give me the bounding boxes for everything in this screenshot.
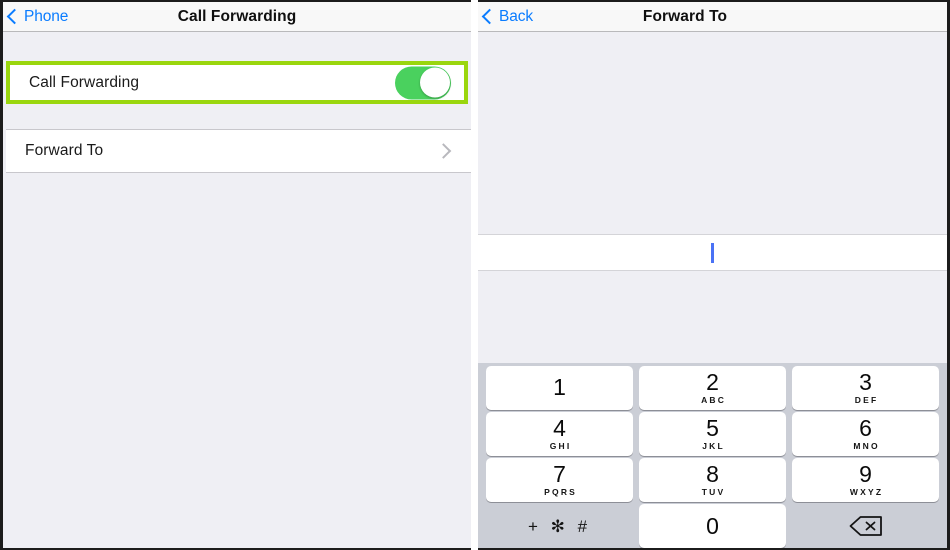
key-letters: TUV [701, 487, 726, 498]
key-digit: 5 [706, 415, 719, 442]
key-digit: 6 [859, 415, 872, 442]
back-to-phone-button[interactable]: Phone [6, 7, 69, 26]
key-letters: MNO [853, 441, 880, 452]
chevron-left-icon [6, 8, 23, 25]
key-letters: JKL [702, 441, 725, 452]
toggle-knob [419, 67, 450, 98]
left-page-title: Call Forwarding [177, 8, 297, 25]
key-6[interactable]: 6 MNO [792, 412, 939, 456]
keypad-row: 7 PQRS 8 TUV 9 WXYZ [483, 458, 942, 502]
phone-number-input[interactable] [478, 234, 947, 271]
key-9[interactable]: 9 WXYZ [792, 458, 939, 502]
key-digit: 0 [706, 512, 719, 539]
key-digit: 4 [553, 415, 566, 442]
key-letters: PQRS [544, 487, 578, 498]
chevron-left-icon [481, 8, 498, 25]
key-digit: 9 [859, 461, 872, 488]
chevron-right-icon [435, 143, 452, 159]
left-nav-bar: Phone Call Forwarding [3, 2, 471, 32]
right-nav-bar: Back Forward To [478, 2, 947, 32]
key-digit: 2 [706, 369, 719, 396]
key-8[interactable]: 8 TUV [639, 458, 786, 502]
backspace-icon [849, 516, 882, 536]
key-1[interactable]: 1 [486, 366, 633, 410]
key-letters: WXYZ [849, 487, 884, 498]
key-2[interactable]: 2 ABC [639, 366, 786, 410]
key-digit: 7 [553, 461, 566, 488]
key-3[interactable]: 3 DEF [792, 366, 939, 410]
key-letters: DEF [854, 395, 879, 406]
keypad-row: 4 GHI 5 JKL 6 MNO [483, 412, 942, 456]
back-button[interactable]: Back [481, 7, 534, 26]
right-phone-panel: Back Forward To 1 2 ABC 3 DEF 4 GHI 5 JK… [478, 0, 950, 550]
key-digit: 3 [859, 369, 872, 396]
key-symbols-label: + ✻ # [527, 516, 592, 536]
text-caret [711, 242, 714, 263]
dual-phone-screenshot: Phone Call Forwarding Call Forwarding Fo… [0, 0, 950, 550]
key-letters: ABC [701, 395, 727, 406]
back-button-label: Phone [24, 7, 69, 25]
panel-divider [471, 0, 478, 550]
forward-to-body: 1 2 ABC 3 DEF 4 GHI 5 JKL 6 MNO 7 PQRS 8… [478, 32, 947, 548]
call-forwarding-toggle[interactable] [395, 66, 451, 99]
keypad-bottom-row: + ✻ # 0 [483, 504, 942, 548]
keypad-row: 1 2 ABC 3 DEF [483, 366, 942, 410]
back-button-label: Back [499, 7, 534, 25]
call-forwarding-row[interactable]: Call Forwarding [10, 65, 464, 100]
key-0[interactable]: 0 [639, 504, 786, 548]
forward-to-row[interactable]: Forward To [6, 129, 471, 173]
key-symbols[interactable]: + ✻ # [486, 504, 633, 548]
numeric-keypad: 1 2 ABC 3 DEF 4 GHI 5 JKL 6 MNO 7 PQRS 8… [478, 363, 947, 548]
left-phone-panel: Phone Call Forwarding Call Forwarding Fo… [0, 0, 471, 550]
right-page-title: Forward To [642, 8, 728, 25]
key-digit: 8 [706, 461, 719, 488]
key-5[interactable]: 5 JKL [639, 412, 786, 456]
key-backspace[interactable] [792, 504, 939, 548]
key-4[interactable]: 4 GHI [486, 412, 633, 456]
key-7[interactable]: 7 PQRS [486, 458, 633, 502]
key-letters: GHI [549, 441, 572, 452]
call-forwarding-label: Call Forwarding [29, 73, 140, 91]
key-digit: 1 [553, 373, 566, 400]
forward-to-label: Forward To [25, 142, 104, 159]
call-forwarding-highlight-box: Call Forwarding [6, 61, 468, 104]
